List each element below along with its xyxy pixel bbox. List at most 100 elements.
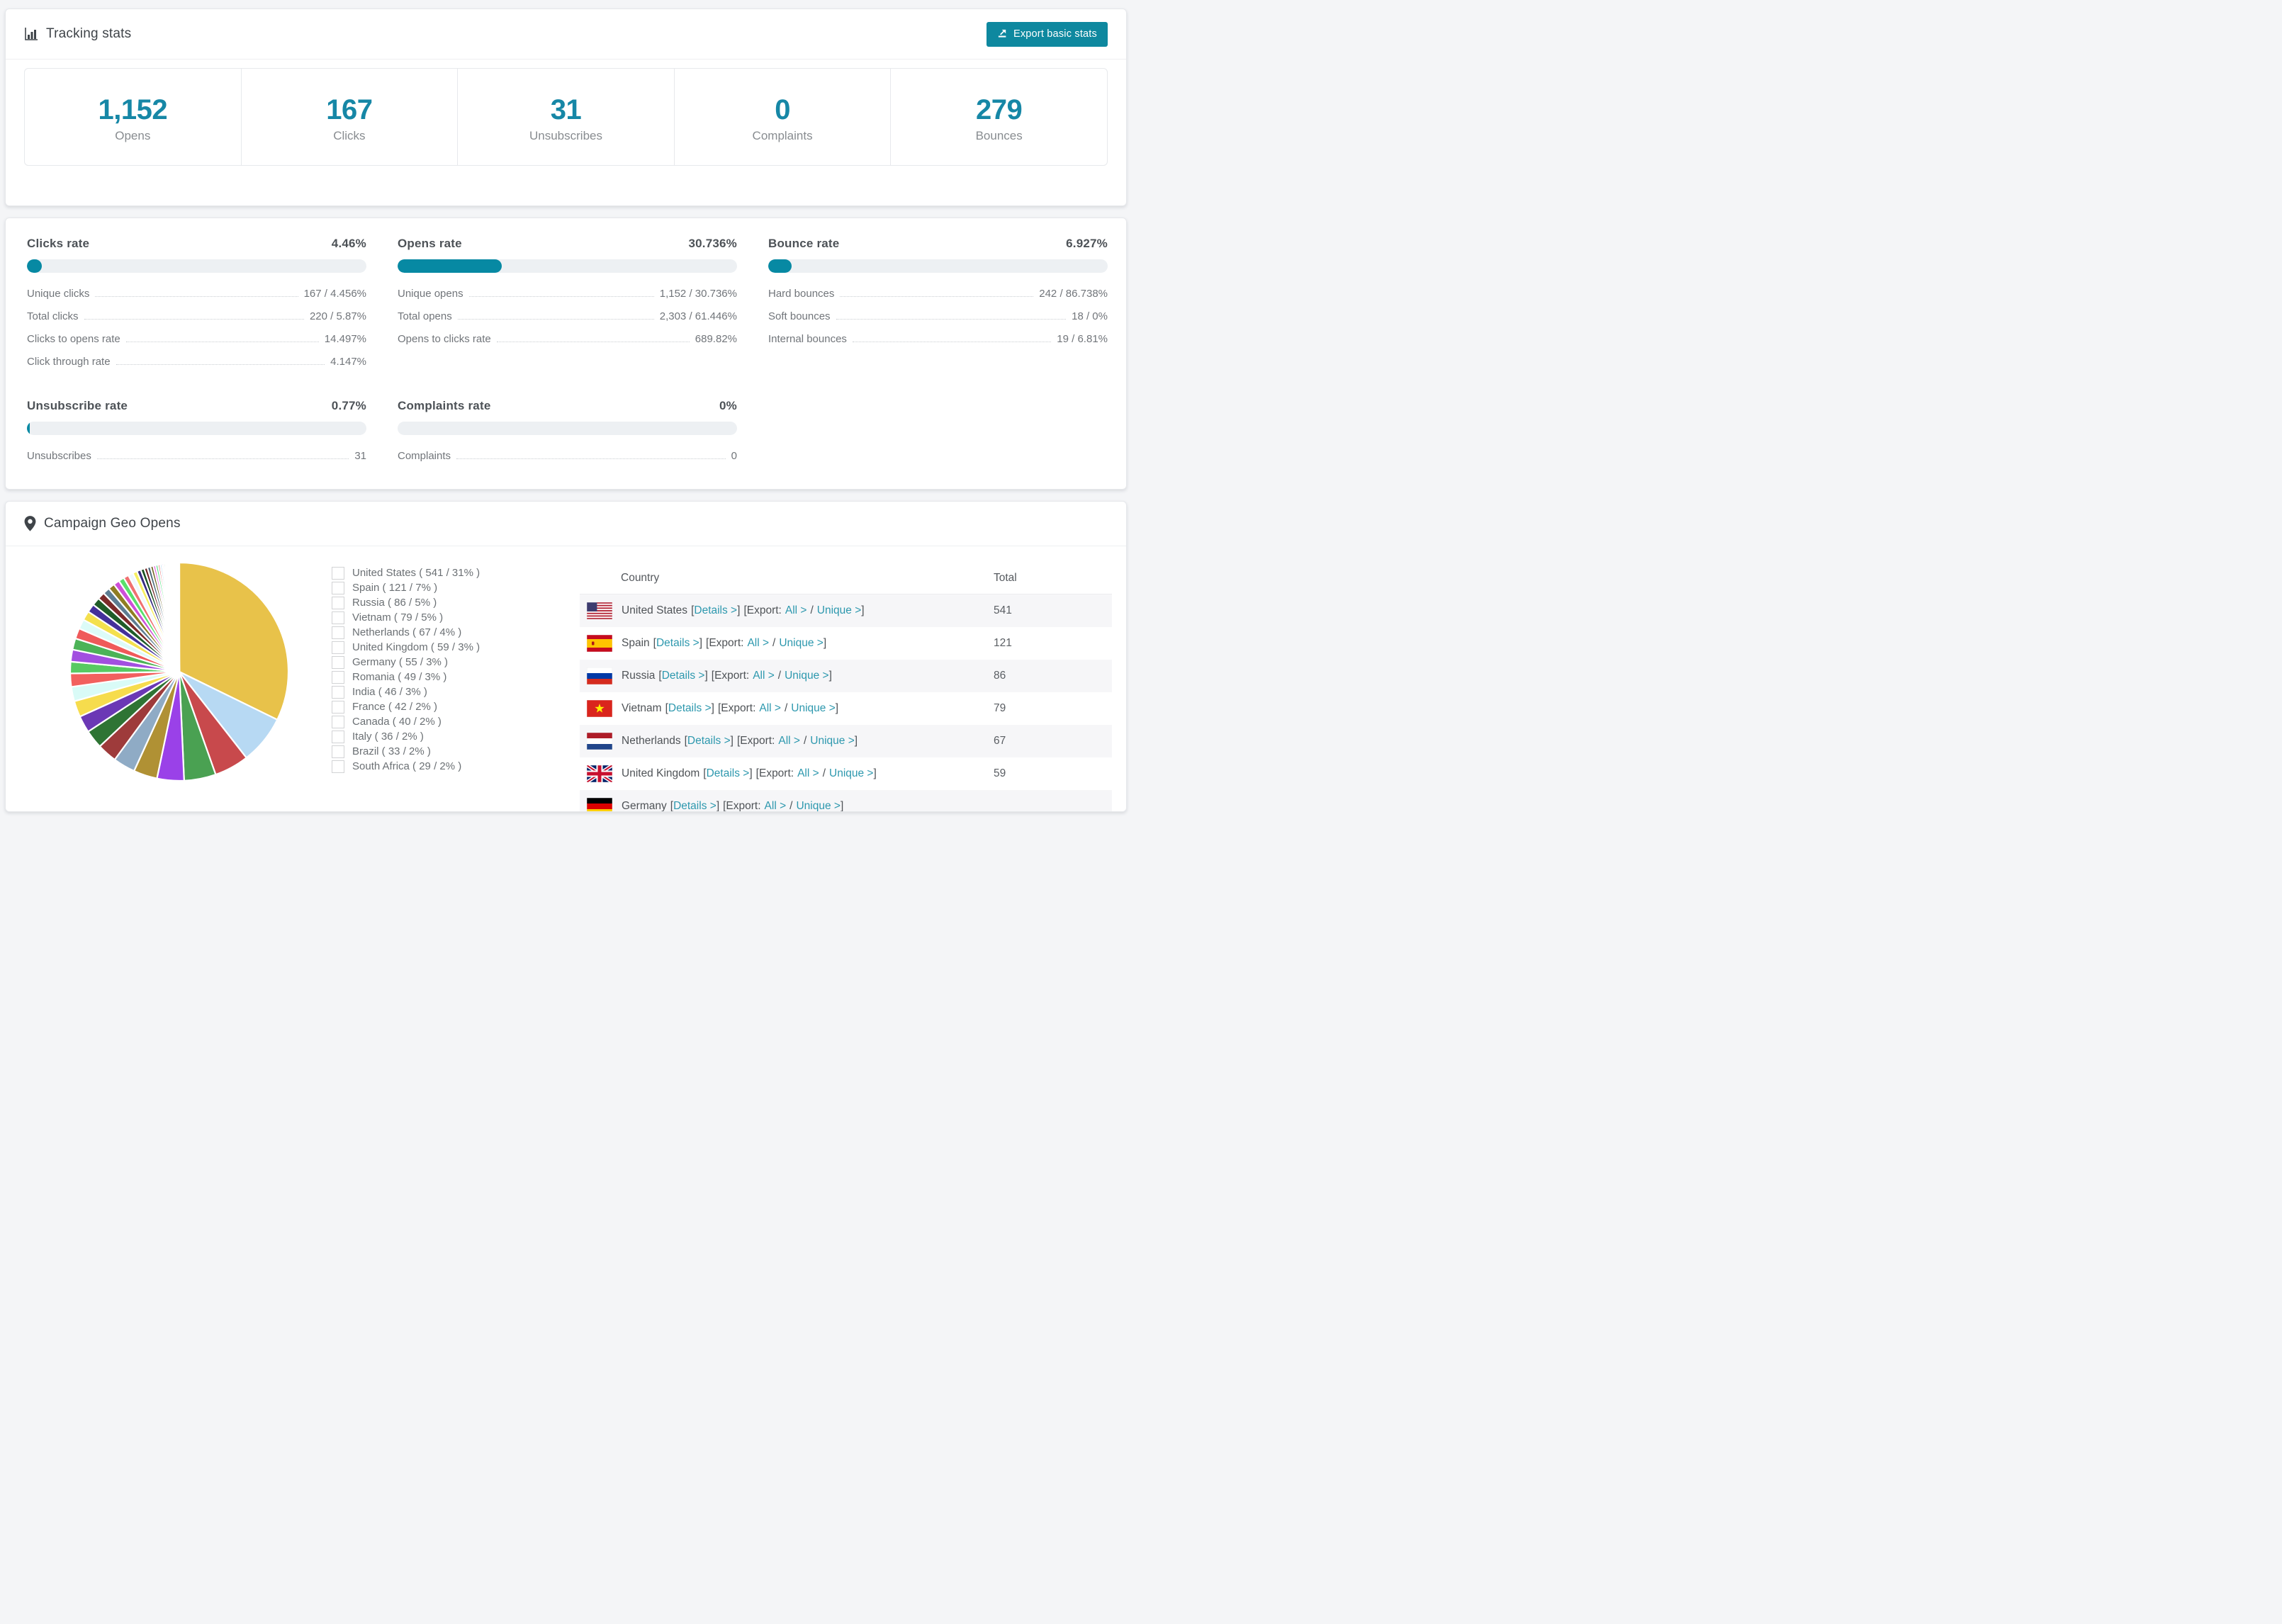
stat-opens: 1,152 Opens xyxy=(25,69,241,165)
export-unique-link[interactable]: Unique > xyxy=(810,735,854,748)
export-unique-link[interactable]: Unique > xyxy=(785,670,828,682)
table-row-clipped: Germany [Details >] [Export: All > / Unique… xyxy=(580,790,1112,811)
stat-opens-value: 1,152 xyxy=(98,94,168,125)
export-basic-stats-button[interactable]: Export basic stats xyxy=(986,21,1108,47)
export-unique-link[interactable]: Unique > xyxy=(791,702,835,715)
details-link[interactable]: Details > xyxy=(707,767,750,780)
unsubscribe-rate-panel: Unsubscribe rate 0.77% Unsubscribes 31 xyxy=(27,399,366,462)
complaints-rate-value: 0% xyxy=(719,399,737,412)
export-all-link[interactable]: All > xyxy=(765,800,787,811)
bounce-rate-value: 6.927% xyxy=(1066,237,1108,250)
stat-value: 4.147% xyxy=(330,356,366,368)
export-all-link[interactable]: All > xyxy=(797,767,819,780)
details-link[interactable]: Details > xyxy=(656,637,699,650)
dotted-leader xyxy=(468,296,654,297)
dotted-leader xyxy=(95,296,298,297)
geo-title: Campaign Geo Opens xyxy=(44,516,181,531)
unsubscribe-rate-bar xyxy=(27,422,366,435)
export-all-link[interactable]: All > xyxy=(753,670,775,682)
stat-label: Total clicks xyxy=(27,310,79,322)
stat-unsubscribes-value: 31 xyxy=(550,94,582,125)
column-header-country: Country xyxy=(580,565,987,594)
dotted-leader xyxy=(840,296,1034,297)
legend-item: Vietnam ( 79 / 5% ) xyxy=(332,610,544,625)
clicks-rate-value: 4.46% xyxy=(331,237,366,250)
stat-label: Clicks to opens rate xyxy=(27,333,120,345)
flag-united-states-icon xyxy=(587,602,612,619)
opens-rate-title: Opens rate xyxy=(398,237,462,250)
complaints-rate-bar xyxy=(398,422,737,435)
flag-netherlands-icon xyxy=(587,733,612,750)
dotted-leader xyxy=(457,319,654,320)
table-row: Netherlands [Details >] [Export: All > / Un… xyxy=(580,725,1112,757)
legend-swatch xyxy=(332,641,344,654)
stat-value: 14.497% xyxy=(324,333,366,345)
details-link[interactable]: Details > xyxy=(694,604,737,617)
legend-item: Spain ( 121 / 7% ) xyxy=(332,580,544,595)
stat-unsubscribes-label: Unsubscribes xyxy=(529,129,602,142)
legend-swatch xyxy=(332,760,344,773)
table-row: United States [Details >] [Export: All > /… xyxy=(580,594,1112,627)
row-total: 79 xyxy=(994,702,1006,714)
export-unique-link[interactable]: Unique > xyxy=(817,604,861,617)
flag-russia-icon xyxy=(587,667,612,684)
dotted-leader xyxy=(836,319,1067,320)
legend-item: Canada ( 40 / 2% ) xyxy=(332,714,544,729)
details-link[interactable]: Details > xyxy=(668,702,712,715)
map-pin-icon xyxy=(24,516,36,531)
tracking-stats-card: Tracking stats Export basic stats 1,152 … xyxy=(5,9,1127,206)
dotted-leader xyxy=(84,319,304,320)
dotted-leader xyxy=(116,364,325,365)
stat-complaints-label: Complaints xyxy=(752,129,813,142)
export-all-link[interactable]: All > xyxy=(785,604,807,617)
export-icon xyxy=(997,28,1008,41)
table-row: Vietnam [Details >] [Export: All > / Unique… xyxy=(580,692,1112,725)
stat-bounces-value: 279 xyxy=(976,94,1023,125)
row-total: 541 xyxy=(987,594,1112,627)
export-unique-link[interactable]: Unique > xyxy=(796,800,840,811)
legend-swatch xyxy=(332,730,344,743)
unsubscribe-rate-bar-fill xyxy=(27,422,30,435)
stat-label: Unsubscribes xyxy=(27,450,91,462)
legend-swatch xyxy=(332,566,344,580)
legend-swatch xyxy=(332,745,344,758)
legend-item: Italy ( 36 / 2% ) xyxy=(332,729,544,744)
bounce-rate-title: Bounce rate xyxy=(768,237,840,250)
stat-clicks: 167 Clicks xyxy=(240,69,458,165)
geo-header: Campaign Geo Opens xyxy=(6,502,1126,546)
details-link[interactable]: Details > xyxy=(662,670,705,682)
rates-card: Clicks rate 4.46% Unique clicks 167 / 4.4… xyxy=(5,218,1127,490)
page-title: Tracking stats xyxy=(46,26,132,41)
export-unique-link[interactable]: Unique > xyxy=(779,637,823,650)
details-link[interactable]: Details > xyxy=(687,735,731,748)
export-all-link[interactable]: All > xyxy=(747,637,769,650)
table-row: Russia [Details >] [Export: All > / Unique … xyxy=(580,660,1112,692)
bounce-rate-panel: Bounce rate 6.927% Hard bounces 242 / 86.… xyxy=(768,237,1108,368)
geo-opens-pie-chart[interactable] xyxy=(67,560,291,784)
legend-item: Russia ( 86 / 5% ) xyxy=(332,595,544,610)
stat-value: 220 / 5.87% xyxy=(309,310,366,322)
stat-value: 1,152 / 30.736% xyxy=(659,288,737,300)
tracking-stats-header: Tracking stats Export basic stats xyxy=(6,9,1126,60)
stat-bounces-label: Bounces xyxy=(975,129,1023,142)
stat-complaints-value: 0 xyxy=(775,94,790,125)
stat-unsubscribes: 31 Unsubscribes xyxy=(457,69,674,165)
bounce-rate-bar xyxy=(768,259,1108,273)
complaints-rate-title: Complaints rate xyxy=(398,399,491,412)
bounce-rate-bar-fill xyxy=(768,259,792,273)
opens-rate-value: 30.736% xyxy=(688,237,737,250)
campaign-geo-opens-card: Campaign Geo Opens United States ( 541 /… xyxy=(5,501,1127,812)
details-link[interactable]: Details > xyxy=(673,800,716,811)
export-unique-link[interactable]: Unique > xyxy=(829,767,873,780)
export-all-link[interactable]: All > xyxy=(778,735,800,748)
stat-value: 167 / 4.456% xyxy=(303,288,366,300)
unsubscribe-rate-value: 0.77% xyxy=(331,399,366,412)
stat-label: Click through rate xyxy=(27,356,111,368)
unsubscribe-rate-title: Unsubscribe rate xyxy=(27,399,128,412)
export-all-link[interactable]: All > xyxy=(759,702,781,715)
stat-label: Total opens xyxy=(398,310,452,322)
legend-item: France ( 42 / 2% ) xyxy=(332,699,544,714)
row-total: 59 xyxy=(994,767,1006,779)
flag-spain-icon xyxy=(587,635,612,652)
export-button-label: Export basic stats xyxy=(1013,28,1097,40)
